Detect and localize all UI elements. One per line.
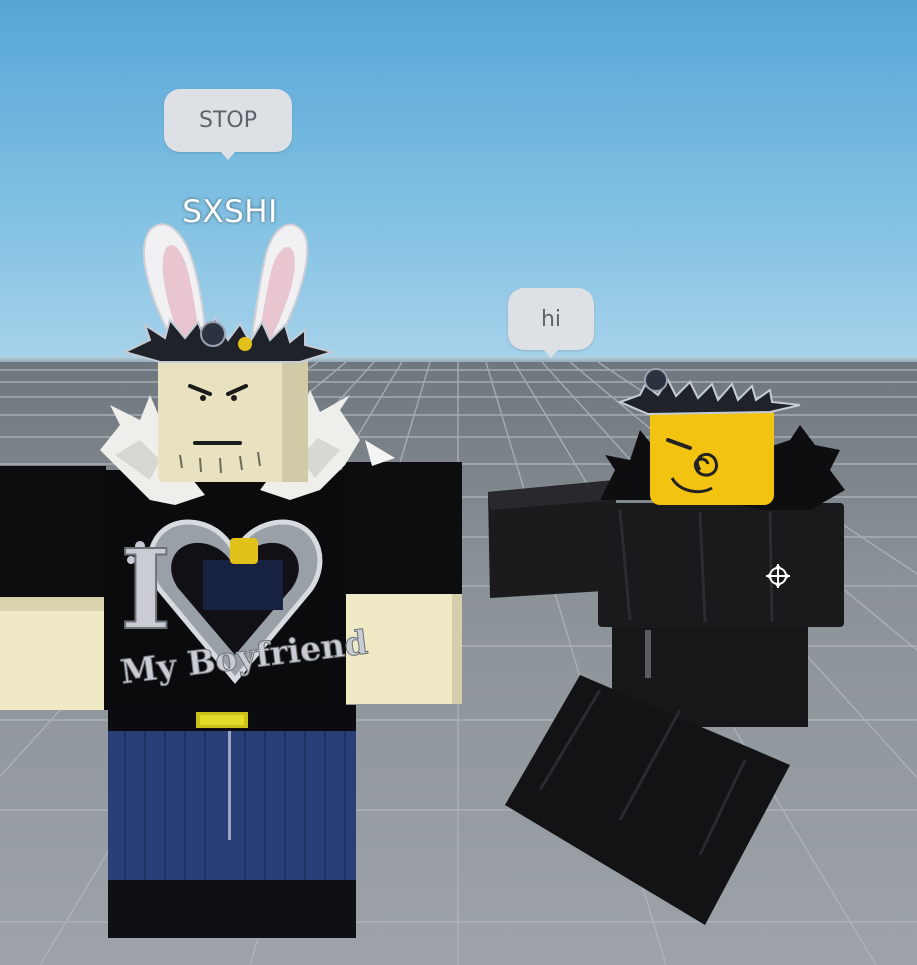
player-nametag: SXSHI — [182, 194, 278, 230]
chat-bubble-hi: hi — [508, 288, 594, 358]
avatar-second-player[interactable] — [0, 0, 917, 965]
move-cursor-icon — [766, 564, 790, 588]
game-viewport[interactable]: I My Boyfriend STOP hi SXSHI — [0, 0, 917, 965]
avatar-second-torso — [598, 503, 844, 627]
chat-bubble-stop: STOP — [164, 89, 292, 160]
avatar-second-legs — [505, 617, 808, 925]
spiked-crown-icon — [617, 368, 801, 416]
avatar-second-head — [650, 405, 774, 505]
